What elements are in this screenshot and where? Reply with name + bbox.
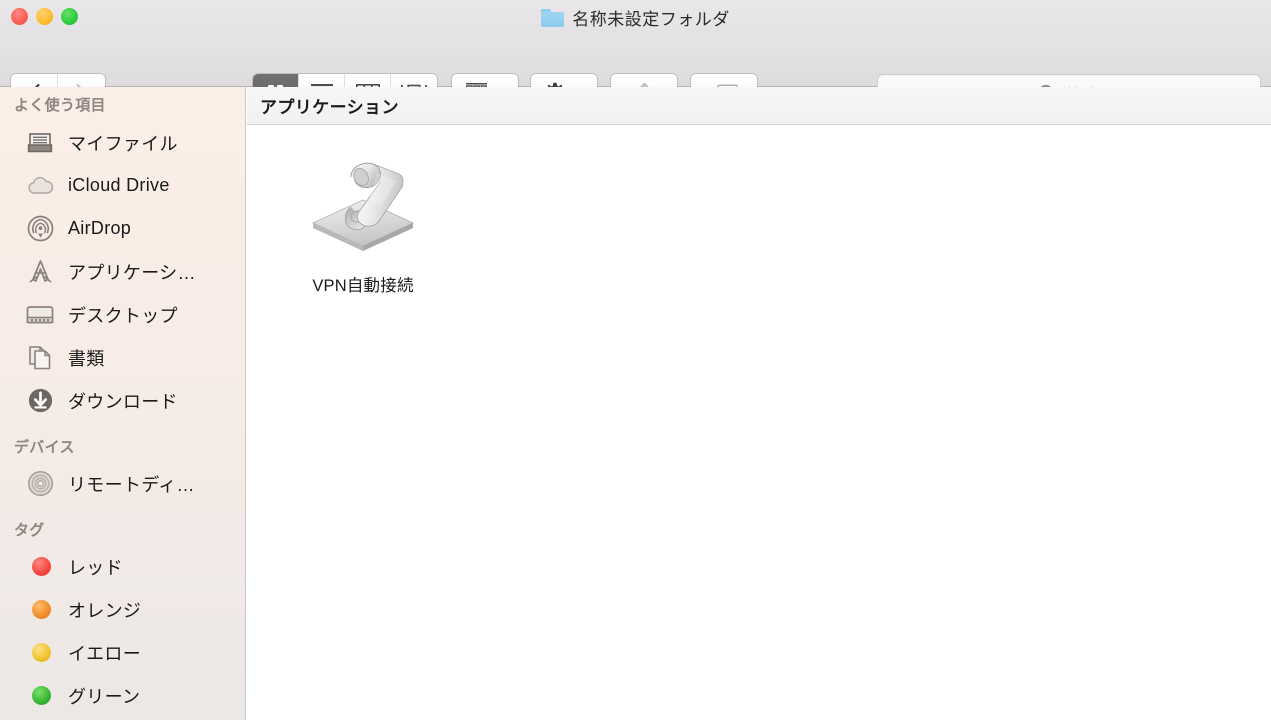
toolbar: 検索 [0, 34, 1271, 113]
sidebar-item-label: アプリケーシ… [68, 262, 196, 283]
downloads-icon [26, 387, 54, 415]
sidebar-section-title: よく使う項目 [14, 96, 106, 114]
tag-dot-orange-icon [26, 596, 54, 624]
file-item[interactable]: VPN自動接続 [303, 147, 423, 296]
sidebar-item-label: レッド [68, 557, 123, 578]
sidebar-item-label: マイファイル [68, 133, 178, 154]
sidebar-item-tag-green[interactable]: グリーン [0, 674, 245, 717]
sidebar-item-label: ダウンロード [68, 391, 178, 412]
sidebar-item-label: デスクトップ [68, 305, 178, 326]
all-my-files-icon [26, 129, 54, 157]
remote-disc-icon [26, 470, 54, 498]
window-title-group: 名称未設定フォルダ [0, 0, 1271, 34]
group-header: アプリケーション [247, 87, 1271, 125]
window-title: 名称未設定フォルダ [572, 9, 730, 29]
sidebar-item-icloud-drive[interactable]: iCloud Drive [0, 164, 245, 207]
documents-icon [26, 344, 54, 372]
sidebar-item-tag-yellow[interactable]: イエロー [0, 631, 245, 674]
sidebar: よく使う項目 マイファイル iCloud Drive AirDrop アプリケー… [0, 87, 246, 720]
group-header-label: アプリケーション [260, 98, 399, 117]
sidebar-item-tag-orange[interactable]: オレンジ [0, 588, 245, 631]
sidebar-item-label: グリーン [68, 686, 141, 707]
sidebar-item-desktop[interactable]: デスクトップ [0, 293, 245, 336]
sidebar-item-all-my-files[interactable]: マイファイル [0, 121, 245, 164]
sidebar-section-favorites: よく使う項目 [0, 87, 245, 121]
tag-dot-green-icon [26, 682, 54, 710]
sidebar-item-remote-disc[interactable]: リモートディ… [0, 462, 245, 505]
folder-icon [541, 9, 565, 27]
icloud-icon [26, 172, 54, 200]
finder-window: 名称未設定フォルダ よく使う項目 マイファイル iCloud Drive Air… [0, 0, 1271, 720]
sidebar-section-tags: タグ [0, 505, 245, 545]
sidebar-item-downloads[interactable]: ダウンロード [0, 379, 245, 422]
sidebar-item-airdrop[interactable]: AirDrop [0, 207, 245, 250]
applications-icon [26, 258, 54, 286]
sidebar-section-title: デバイス [14, 439, 75, 456]
sidebar-item-label: 書類 [68, 348, 105, 369]
sidebar-section-devices: デバイス [0, 422, 245, 462]
sidebar-item-documents[interactable]: 書類 [0, 336, 245, 379]
desktop-icon [26, 301, 54, 329]
sidebar-item-tag-red[interactable]: レッド [0, 545, 245, 588]
file-item-label: VPN自動接続 [312, 277, 414, 295]
sidebar-section-title: タグ [14, 522, 45, 539]
sidebar-item-applications[interactable]: アプリケーシ… [0, 250, 245, 293]
sidebar-item-label: リモートディ… [68, 474, 195, 495]
file-browser-content: アプリケーション VPN自動接続 [247, 87, 1271, 720]
sidebar-item-label: オレンジ [68, 600, 142, 621]
airdrop-icon [26, 215, 54, 243]
applescript-script-icon [307, 147, 419, 262]
tag-dot-yellow-icon [26, 639, 54, 667]
sidebar-item-label: iCloud Drive [68, 175, 170, 195]
title-bar: 名称未設定フォルダ [0, 0, 1271, 34]
icon-grid: VPN自動接続 [247, 125, 1271, 296]
sidebar-item-label: AirDrop [68, 218, 132, 238]
sidebar-item-label: イエロー [68, 643, 142, 664]
tag-dot-red-icon [26, 553, 54, 581]
